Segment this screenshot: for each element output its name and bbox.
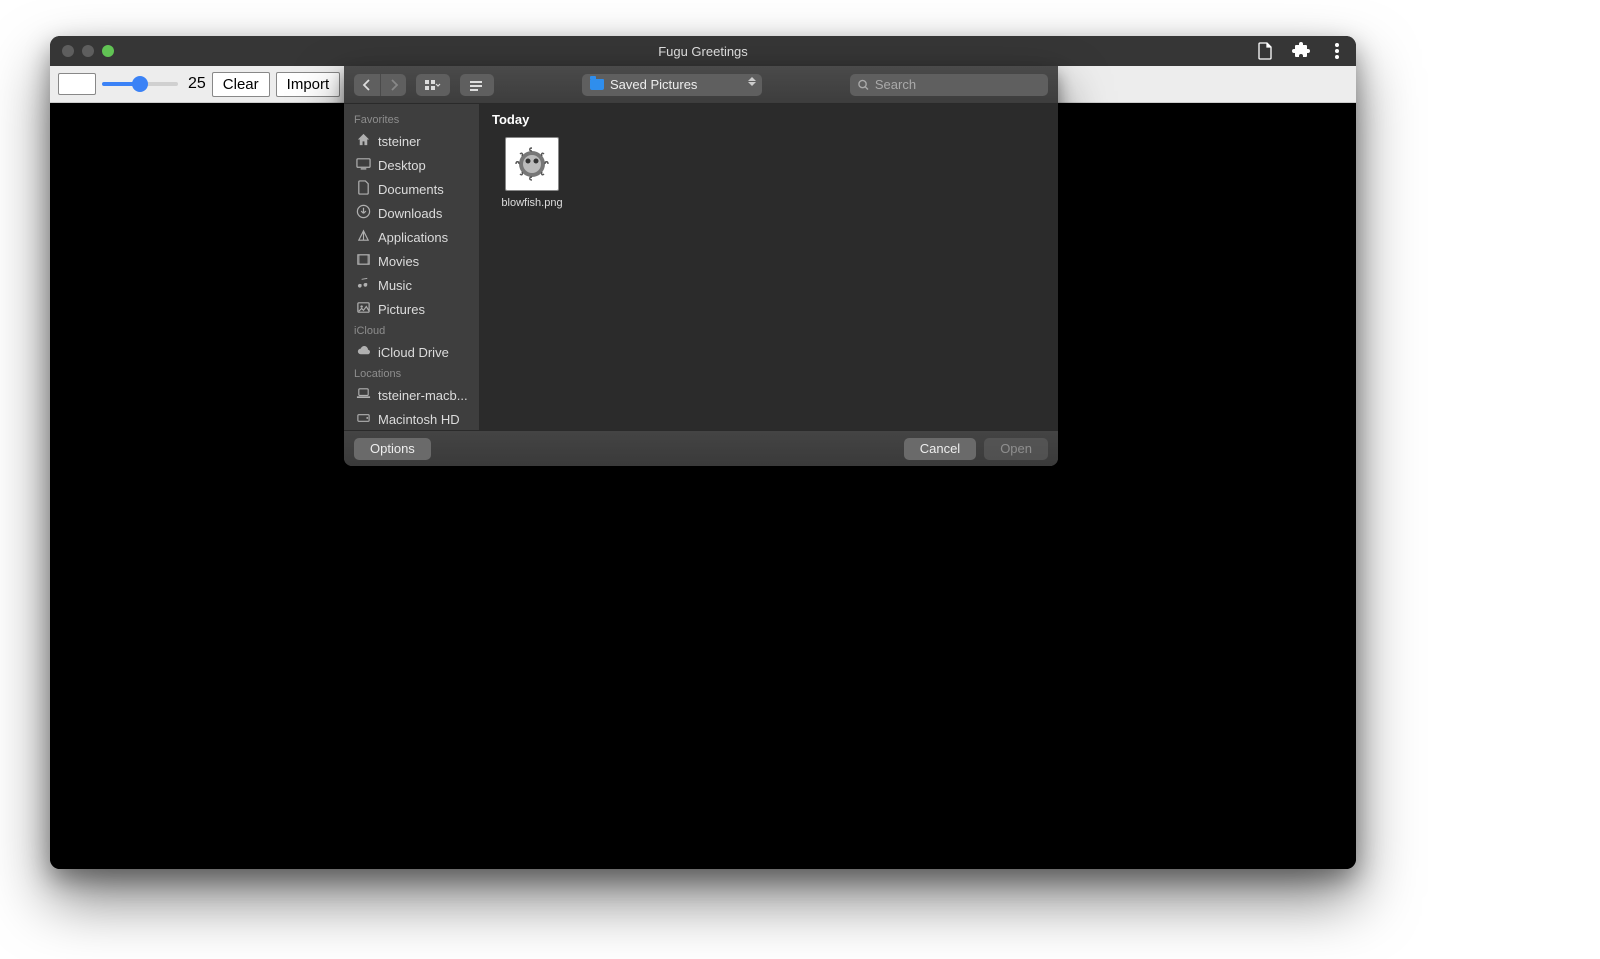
- file-thumbnail: [505, 137, 559, 191]
- file-picker-toolbar: Saved Pictures: [344, 66, 1058, 104]
- path-label: Saved Pictures: [610, 77, 697, 92]
- brush-size-slider[interactable]: [102, 75, 178, 93]
- extensions-icon[interactable]: [1292, 42, 1310, 60]
- cancel-button[interactable]: Cancel: [904, 438, 976, 460]
- sidebar-item-label: Macintosh HD: [378, 412, 460, 427]
- titlebar-right: [1256, 42, 1346, 60]
- sidebar-item-label: tsteiner: [378, 134, 421, 149]
- sidebar-group-label: iCloud: [344, 321, 479, 340]
- file-list: blowfish.png: [492, 137, 1046, 209]
- file-picker-body: Favorites tsteiner Desktop Documents Downloa…: [344, 104, 1058, 430]
- window-minimize-button[interactable]: [82, 45, 94, 57]
- sidebar-item-label: Downloads: [378, 206, 442, 221]
- file-picker-dialog: Saved Pictures Favorites tsteiner Desktop D…: [344, 66, 1058, 466]
- brush-size-value: 25: [188, 75, 206, 93]
- folder-icon: [590, 79, 604, 90]
- sidebar-item-tsteiner-macb-[interactable]: tsteiner-macb...: [344, 383, 479, 407]
- sidebar-item-label: iCloud Drive: [378, 345, 449, 360]
- sidebar-item-label: tsteiner-macb...: [378, 388, 468, 403]
- window-close-button[interactable]: [62, 45, 74, 57]
- music-icon: [356, 276, 371, 294]
- file-name: blowfish.png: [492, 197, 572, 209]
- search-input[interactable]: [875, 77, 1040, 92]
- import-button[interactable]: Import: [276, 72, 341, 97]
- sidebar-item-movies[interactable]: Movies: [344, 249, 479, 273]
- chevron-updown-icon: [748, 77, 756, 86]
- laptop-icon: [356, 386, 371, 404]
- sidebar-item-desktop[interactable]: Desktop: [344, 153, 479, 177]
- titlebar: Fugu Greetings: [50, 36, 1356, 66]
- sidebar-item-label: Desktop: [378, 158, 426, 173]
- sidebar-item-tsteiner[interactable]: tsteiner: [344, 129, 479, 153]
- file-pane[interactable]: Today blowfish.png: [480, 104, 1058, 430]
- nav-back-button[interactable]: [354, 74, 380, 96]
- search-icon: [858, 79, 869, 91]
- clear-button[interactable]: Clear: [212, 72, 270, 97]
- download-icon: [356, 204, 371, 222]
- doc-icon: [356, 180, 371, 198]
- disk-icon: [356, 410, 371, 428]
- sidebar-item-downloads[interactable]: Downloads: [344, 201, 479, 225]
- sidebar-item-music[interactable]: Music: [344, 273, 479, 297]
- group-by-button[interactable]: [460, 74, 494, 96]
- nav-back-forward: [354, 74, 406, 96]
- view-mode-button[interactable]: [416, 74, 450, 96]
- search-field[interactable]: [850, 74, 1048, 96]
- path-picker: Saved Pictures: [582, 74, 762, 96]
- open-button[interactable]: Open: [984, 438, 1048, 460]
- sidebar-item-label: Applications: [378, 230, 448, 245]
- file-group-heading: Today: [492, 112, 1046, 127]
- file-picker-sidebar[interactable]: Favorites tsteiner Desktop Documents Downloa…: [344, 104, 480, 430]
- pictures-icon: [356, 300, 371, 318]
- file-picker-footer: Options Cancel Open: [344, 430, 1058, 466]
- sidebar-group-label: Locations: [344, 364, 479, 383]
- sidebar-item-pictures[interactable]: Pictures: [344, 297, 479, 321]
- file-item[interactable]: blowfish.png: [492, 137, 572, 209]
- window-title: Fugu Greetings: [50, 44, 1356, 59]
- view-mode-group: [416, 74, 450, 96]
- desktop-icon: [356, 156, 371, 174]
- sidebar-item-macintosh-hd[interactable]: Macintosh HD: [344, 407, 479, 430]
- movie-icon: [356, 252, 371, 270]
- sidebar-item-label: Pictures: [378, 302, 425, 317]
- sidebar-item-label: Music: [378, 278, 412, 293]
- sidebar-item-applications[interactable]: Applications: [344, 225, 479, 249]
- nav-forward-button[interactable]: [380, 74, 406, 96]
- more-icon[interactable]: [1328, 42, 1346, 60]
- sidebar-group-label: Favorites: [344, 110, 479, 129]
- sidebar-item-documents[interactable]: Documents: [344, 177, 479, 201]
- apps-icon: [356, 228, 371, 246]
- options-button[interactable]: Options: [354, 438, 431, 460]
- cloud-icon: [356, 343, 371, 361]
- sidebar-item-label: Documents: [378, 182, 444, 197]
- color-swatch[interactable]: [58, 73, 96, 95]
- traffic-lights: [62, 45, 114, 57]
- document-icon[interactable]: [1256, 42, 1274, 60]
- sidebar-item-icloud-drive[interactable]: iCloud Drive: [344, 340, 479, 364]
- window-fullscreen-button[interactable]: [102, 45, 114, 57]
- sidebar-item-label: Movies: [378, 254, 419, 269]
- home-icon: [356, 132, 371, 150]
- path-dropdown[interactable]: Saved Pictures: [582, 74, 762, 96]
